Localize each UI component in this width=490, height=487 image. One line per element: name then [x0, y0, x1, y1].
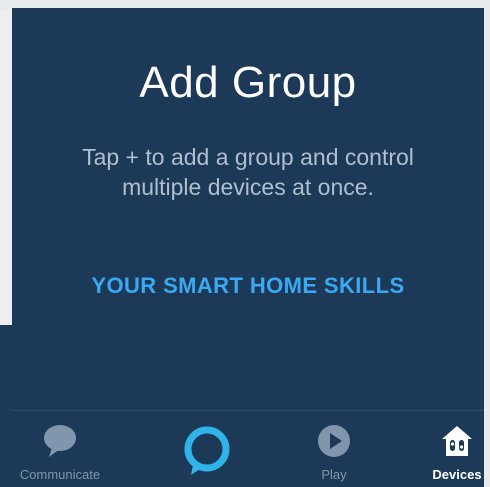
- smart-home-icon: [440, 423, 474, 464]
- play-icon: [316, 423, 352, 464]
- devices-screen: Add Group Tap + to add a group and contr…: [12, 8, 484, 487]
- smart-home-skills-link[interactable]: YOUR SMART HOME SKILLS: [12, 273, 484, 299]
- nav-item-communicate[interactable]: Communicate: [12, 411, 120, 487]
- right-border: [484, 0, 490, 487]
- page-subtitle: Tap + to add a group and control multipl…: [82, 144, 414, 200]
- nav-item-play[interactable]: Play: [284, 411, 384, 487]
- nav-item-alexa[interactable]: [162, 411, 252, 487]
- nav-item-devices[interactable]: Devices: [422, 411, 484, 487]
- nav-label-play: Play: [321, 467, 347, 482]
- chat-bubble-icon: [40, 423, 80, 464]
- bottom-nav-bar: Communicate Play Devices: [12, 410, 484, 487]
- nav-label-communicate: Communicate: [19, 467, 101, 482]
- nav-label-devices: Devices: [432, 467, 482, 482]
- page-title: Add Group: [139, 58, 357, 107]
- left-edge: [0, 325, 12, 487]
- alexa-ring-icon: [183, 425, 231, 482]
